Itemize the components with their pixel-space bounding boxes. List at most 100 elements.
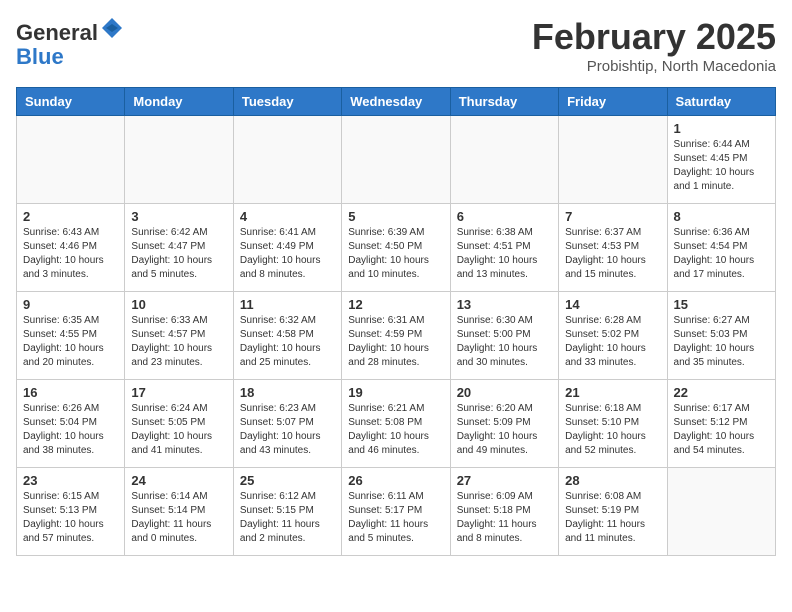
- calendar-week-row-3: 16Sunrise: 6:26 AM Sunset: 5:04 PM Dayli…: [17, 380, 776, 468]
- calendar-table: SundayMondayTuesdayWednesdayThursdayFrid…: [16, 87, 776, 556]
- day-number: 11: [240, 297, 335, 312]
- calendar-header-thursday: Thursday: [450, 88, 558, 116]
- calendar-header-wednesday: Wednesday: [342, 88, 450, 116]
- day-number: 9: [23, 297, 118, 312]
- calendar-cell: [342, 116, 450, 204]
- day-number: 21: [565, 385, 660, 400]
- calendar-cell: 7 Sunrise: 6:37 AM Sunset: 4:53 PM Daylig…: [559, 204, 667, 292]
- day-info: Sunrise: 6:21 AM Sunset: 5:08 PM Dayligh…: [348, 402, 443, 458]
- day-number: 20: [457, 385, 552, 400]
- calendar-header-tuesday: Tuesday: [233, 88, 341, 116]
- calendar-header-friday: Friday: [559, 88, 667, 116]
- day-number: 23: [23, 473, 118, 488]
- calendar-cell: 21 Sunrise: 6:18 AM Sunset: 5:10 PM Dayli…: [559, 380, 667, 468]
- day-number: 13: [457, 297, 552, 312]
- calendar-week-row-1: 2 Sunrise: 6:43 AM Sunset: 4:46 PM Daylig…: [17, 204, 776, 292]
- day-number: 27: [457, 473, 552, 488]
- calendar-week-row-4: 23 Sunrise: 6:15 AM Sunset: 5:13 PM Dayli…: [17, 468, 776, 556]
- calendar-cell: [667, 468, 775, 556]
- title-block: February 2025 Probishtip, North Macedoni…: [532, 16, 776, 75]
- day-info: Sunrise: 6:41 AM Sunset: 4:49 PM Dayligh…: [240, 226, 335, 282]
- day-info: Sunrise: 6:26 AM Sunset: 5:04 PM Dayligh…: [23, 402, 118, 458]
- calendar-week-row-0: 1 Sunrise: 6:44 AM Sunset: 4:45 PM Daylig…: [17, 116, 776, 204]
- calendar-cell: 1 Sunrise: 6:44 AM Sunset: 4:45 PM Daylig…: [667, 116, 775, 204]
- day-info: Sunrise: 6:32 AM Sunset: 4:58 PM Dayligh…: [240, 314, 335, 370]
- day-info: Sunrise: 6:14 AM Sunset: 5:14 PM Dayligh…: [131, 490, 226, 546]
- calendar-cell: 6Sunrise: 6:38 AM Sunset: 4:51 PM Daylig…: [450, 204, 558, 292]
- day-number: 2: [23, 209, 118, 224]
- day-info: Sunrise: 6:18 AM Sunset: 5:10 PM Dayligh…: [565, 402, 660, 458]
- calendar-cell: 8 Sunrise: 6:36 AM Sunset: 4:54 PM Daylig…: [667, 204, 775, 292]
- calendar-cell: 12 Sunrise: 6:31 AM Sunset: 4:59 PM Dayli…: [342, 292, 450, 380]
- day-number: 8: [674, 209, 769, 224]
- day-info: Sunrise: 6:23 AM Sunset: 5:07 PM Dayligh…: [240, 402, 335, 458]
- calendar-cell: 17 Sunrise: 6:24 AM Sunset: 5:05 PM Dayli…: [125, 380, 233, 468]
- day-number: 26: [348, 473, 443, 488]
- calendar-header-saturday: Saturday: [667, 88, 775, 116]
- day-info: Sunrise: 6:12 AM Sunset: 5:15 PM Dayligh…: [240, 490, 335, 546]
- day-info: Sunrise: 6:44 AM Sunset: 4:45 PM Dayligh…: [674, 138, 769, 194]
- logo-blue-text: Blue: [16, 45, 124, 69]
- day-number: 12: [348, 297, 443, 312]
- day-number: 7: [565, 209, 660, 224]
- day-info: Sunrise: 6:27 AM Sunset: 5:03 PM Dayligh…: [674, 314, 769, 370]
- calendar-cell: [17, 116, 125, 204]
- calendar-cell: 20 Sunrise: 6:20 AM Sunset: 5:09 PM Dayli…: [450, 380, 558, 468]
- calendar-cell: 22 Sunrise: 6:17 AM Sunset: 5:12 PM Dayli…: [667, 380, 775, 468]
- calendar-cell: 10 Sunrise: 6:33 AM Sunset: 4:57 PM Dayli…: [125, 292, 233, 380]
- day-number: 18: [240, 385, 335, 400]
- calendar-cell: 14 Sunrise: 6:28 AM Sunset: 5:02 PM Dayli…: [559, 292, 667, 380]
- day-info: Sunrise: 6:31 AM Sunset: 4:59 PM Dayligh…: [348, 314, 443, 370]
- calendar-cell: [125, 116, 233, 204]
- day-info: Sunrise: 6:08 AM Sunset: 5:19 PM Dayligh…: [565, 490, 660, 546]
- day-info: Sunrise: 6:15 AM Sunset: 5:13 PM Dayligh…: [23, 490, 118, 546]
- calendar-cell: 19 Sunrise: 6:21 AM Sunset: 5:08 PM Dayli…: [342, 380, 450, 468]
- day-number: 17: [131, 385, 226, 400]
- day-info: Sunrise: 6:38 AM Sunset: 4:51 PM Dayligh…: [457, 226, 552, 282]
- day-info: Sunrise: 6:39 AM Sunset: 4:50 PM Dayligh…: [348, 226, 443, 282]
- calendar-cell: 28Sunrise: 6:08 AM Sunset: 5:19 PM Dayli…: [559, 468, 667, 556]
- calendar-header-monday: Monday: [125, 88, 233, 116]
- page-header: General Blue February 2025 Probishtip, N…: [16, 16, 776, 75]
- day-number: 4: [240, 209, 335, 224]
- day-info: Sunrise: 6:36 AM Sunset: 4:54 PM Dayligh…: [674, 226, 769, 282]
- calendar-cell: [233, 116, 341, 204]
- day-number: 15: [674, 297, 769, 312]
- day-number: 14: [565, 297, 660, 312]
- day-info: Sunrise: 6:28 AM Sunset: 5:02 PM Dayligh…: [565, 314, 660, 370]
- logo: General Blue: [16, 16, 124, 69]
- calendar-cell: [450, 116, 558, 204]
- logo-general-text: General: [16, 20, 98, 45]
- day-info: Sunrise: 6:09 AM Sunset: 5:18 PM Dayligh…: [457, 490, 552, 546]
- calendar-cell: 24Sunrise: 6:14 AM Sunset: 5:14 PM Dayli…: [125, 468, 233, 556]
- day-info: Sunrise: 6:24 AM Sunset: 5:05 PM Dayligh…: [131, 402, 226, 458]
- calendar-header-sunday: Sunday: [17, 88, 125, 116]
- calendar-cell: 15 Sunrise: 6:27 AM Sunset: 5:03 PM Dayli…: [667, 292, 775, 380]
- day-info: Sunrise: 6:11 AM Sunset: 5:17 PM Dayligh…: [348, 490, 443, 546]
- day-info: Sunrise: 6:43 AM Sunset: 4:46 PM Dayligh…: [23, 226, 118, 282]
- calendar-cell: 26 Sunrise: 6:11 AM Sunset: 5:17 PM Dayli…: [342, 468, 450, 556]
- day-info: Sunrise: 6:33 AM Sunset: 4:57 PM Dayligh…: [131, 314, 226, 370]
- day-info: Sunrise: 6:17 AM Sunset: 5:12 PM Dayligh…: [674, 402, 769, 458]
- day-number: 25: [240, 473, 335, 488]
- month-title: February 2025: [532, 16, 776, 58]
- calendar-cell: 13Sunrise: 6:30 AM Sunset: 5:00 PM Dayli…: [450, 292, 558, 380]
- day-number: 3: [131, 209, 226, 224]
- calendar-cell: 27 Sunrise: 6:09 AM Sunset: 5:18 PM Dayli…: [450, 468, 558, 556]
- calendar-cell: 3 Sunrise: 6:42 AM Sunset: 4:47 PM Daylig…: [125, 204, 233, 292]
- calendar-cell: 4 Sunrise: 6:41 AM Sunset: 4:49 PM Daylig…: [233, 204, 341, 292]
- calendar-cell: 25 Sunrise: 6:12 AM Sunset: 5:15 PM Dayli…: [233, 468, 341, 556]
- calendar-cell: 18 Sunrise: 6:23 AM Sunset: 5:07 PM Dayli…: [233, 380, 341, 468]
- day-number: 22: [674, 385, 769, 400]
- day-info: Sunrise: 6:42 AM Sunset: 4:47 PM Dayligh…: [131, 226, 226, 282]
- calendar-cell: 2 Sunrise: 6:43 AM Sunset: 4:46 PM Daylig…: [17, 204, 125, 292]
- day-info: Sunrise: 6:37 AM Sunset: 4:53 PM Dayligh…: [565, 226, 660, 282]
- day-info: Sunrise: 6:20 AM Sunset: 5:09 PM Dayligh…: [457, 402, 552, 458]
- calendar-cell: 9Sunrise: 6:35 AM Sunset: 4:55 PM Daylig…: [17, 292, 125, 380]
- day-number: 19: [348, 385, 443, 400]
- calendar-cell: 5 Sunrise: 6:39 AM Sunset: 4:50 PM Daylig…: [342, 204, 450, 292]
- day-number: 10: [131, 297, 226, 312]
- calendar-cell: [559, 116, 667, 204]
- day-number: 1: [674, 121, 769, 136]
- day-number: 5: [348, 209, 443, 224]
